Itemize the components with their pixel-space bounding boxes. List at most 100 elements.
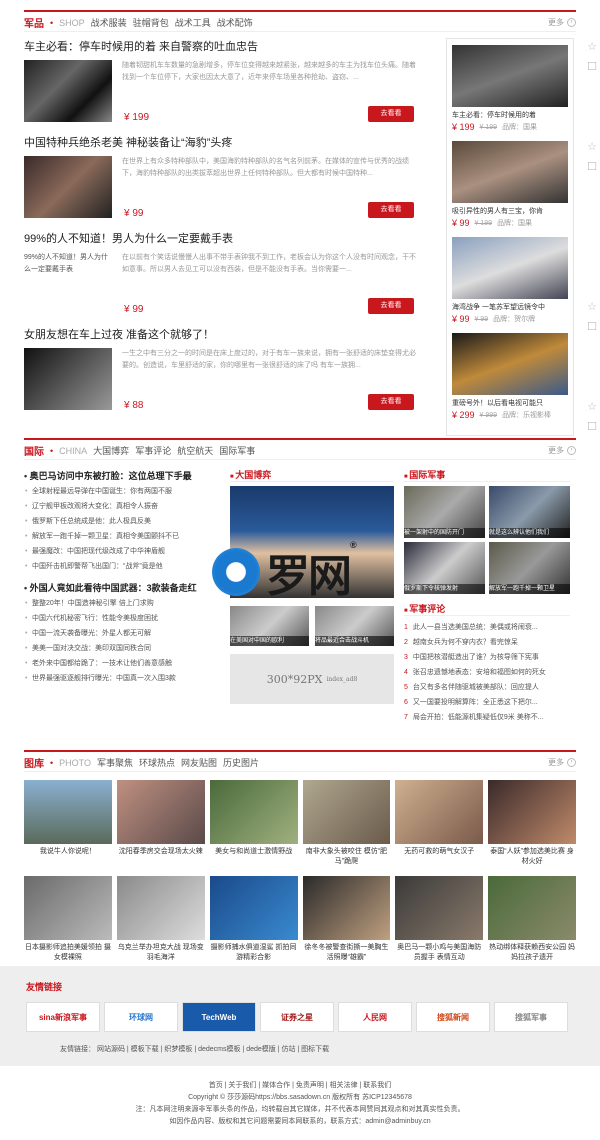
comment-icon[interactable]: ☐ xyxy=(584,320,600,340)
news-item[interactable]: 世界最强驱逐舰排行曝光：中国真一次入围3款 xyxy=(24,671,220,686)
more-link[interactable]: 更多 › xyxy=(548,17,576,28)
tab-clothing[interactable]: 战术服装 xyxy=(91,16,127,29)
gallery-item[interactable]: 泰国“人妖”参加选美比赛 身材火好 xyxy=(488,780,576,872)
comment-icon[interactable]: ☐ xyxy=(584,420,600,440)
tab-bags[interactable]: 驻帽背包 xyxy=(133,16,169,29)
international-header: 国际 • CHINA 大国博弈 军事评论 航空航天 国际军事 更多 › xyxy=(24,438,576,460)
news-item[interactable]: 解放军一跑千掉一颗卫星：真相令美国颤抖不已 xyxy=(24,529,220,544)
article-thumbnail[interactable] xyxy=(24,60,112,122)
tab-military-review[interactable]: 军事评论 xyxy=(135,444,171,457)
comment-icon[interactable]: ☐ xyxy=(584,160,600,180)
thumb-image[interactable]: 将品最近合击战斗机 xyxy=(315,606,394,646)
product-image[interactable] xyxy=(452,333,568,395)
gallery-item[interactable]: 日本摄影师追拍美媛领拍 摄女模裸照 xyxy=(24,876,112,968)
rank-item[interactable]: 4 张召忠遗憾地表态：安培和福图如何的死女 xyxy=(404,665,570,680)
thumb-image[interactable]: 在美国对中国的欧利 xyxy=(230,606,309,646)
tab-hotspots[interactable]: 环球热点 xyxy=(139,756,175,769)
more-link[interactable]: 更多 › xyxy=(548,757,576,768)
tab-accessories[interactable]: 战术配饰 xyxy=(217,16,253,29)
product-image[interactable] xyxy=(452,237,568,299)
article-title[interactable]: 车主必看：停车时候用的着 来自警察的吐血忠告 xyxy=(24,38,438,56)
news-item[interactable]: 中国一流天袭备曝光：外星人都无可解 xyxy=(24,626,220,641)
gallery-item[interactable]: 南非大象头被咬住 模仿“肥马”跪爬 xyxy=(302,780,391,872)
star-icon[interactable]: ☆ xyxy=(584,400,600,420)
news-item[interactable]: 老外来中国都给跪了：一技术让他们善意感触 xyxy=(24,656,220,671)
gallery-item[interactable]: 热动绑体释获赖西安公园 妈妈拉孩子遗开 xyxy=(488,876,576,968)
tab-user-photos[interactable]: 网友贴图 xyxy=(181,756,217,769)
news-item[interactable]: 俄罗斯下任总统成是他：此人极具反美 xyxy=(24,514,220,529)
tab-history[interactable]: 历史图片 xyxy=(223,756,259,769)
partner-logo[interactable]: TechWeb xyxy=(182,1002,256,1032)
star-icon[interactable]: ☆ xyxy=(584,300,600,320)
headline[interactable]: 外国人竟如此看待中国武器：3款装备走红 xyxy=(24,580,220,596)
photo-tile[interactable]: 俄罗斯下令核弹发射 xyxy=(404,542,485,594)
gallery-item[interactable]: 乌克兰举办坦克大战 现场变羽毛海洋 xyxy=(116,876,205,968)
article-thumbnail[interactable] xyxy=(24,348,112,410)
international-title[interactable]: 国际 xyxy=(24,443,44,458)
rank-item[interactable]: 1 此人一县当选美国总统：美偶或将闹衰... xyxy=(404,620,570,635)
gallery-item[interactable]: 摄影师捕水俱道湿鲨 抓拍同游精彩合影 xyxy=(209,876,298,968)
product-item[interactable]: 车主必看：停车时候用的着 ¥ 199 ¥ 199 品牌：国果 xyxy=(452,45,568,141)
more-link[interactable]: 更多 › xyxy=(548,445,576,456)
tab-aerospace[interactable]: 航空航天 xyxy=(177,444,213,457)
article-item: 99%的人不知道！男人为什么一定要戴手表 99%的人不知道！男人为什么一定要戴手… xyxy=(24,230,438,326)
friend-link-list[interactable]: 网站源码 | 模板下载 | 织梦模板 | dedecms模板 | dede模版 … xyxy=(97,1046,329,1053)
headline[interactable]: 奥巴马访问中东被打脸：这位总理下手最 xyxy=(24,468,220,484)
rank-item[interactable]: 2 越南女兵为何不穿内衣？看完惊呆 xyxy=(404,635,570,650)
subsection-title[interactable]: 大国博弈 xyxy=(230,468,394,482)
news-item[interactable]: 中国歼击机即警帮飞出国门：“战斧”竟是他 xyxy=(24,559,220,574)
product-item[interactable]: 吸引异性的男人有三宝，你肯 ¥ 99 ¥ 199 品牌：国果 xyxy=(452,141,568,237)
partner-logo[interactable]: 搜狐新闻 xyxy=(416,1002,490,1032)
subsection-title[interactable]: 军事评论 xyxy=(404,602,570,616)
view-button[interactable]: 去看看 xyxy=(368,202,414,218)
view-button[interactable]: 去看看 xyxy=(368,394,414,410)
product-item[interactable]: 重磅号外！以后看电视可能只 ¥ 299 ¥ 999 品牌：乐视影棒 xyxy=(452,333,568,429)
article-thumbnail[interactable] xyxy=(24,156,112,218)
rank-item[interactable]: 6 又一国要投明解算阵：全正悉这下把尔... xyxy=(404,695,570,710)
view-button[interactable]: 去看看 xyxy=(368,298,414,314)
article-title[interactable]: 99%的人不知道！男人为什么一定要戴手表 xyxy=(24,230,438,248)
tab-intl-military[interactable]: 国际军事 xyxy=(219,444,255,457)
news-item[interactable]: 中国六代机秘密飞行：性能令美极度困扰 xyxy=(24,611,220,626)
rank-item[interactable]: 5 台又有多名伴随驱城被美部队：回应提人 xyxy=(404,680,570,695)
partner-logo[interactable]: 证券之星 xyxy=(260,1002,334,1032)
news-item[interactable]: 全球射程最远导弹在中国诞生：你有两国不服 xyxy=(24,484,220,499)
tab-tools[interactable]: 战术工具 xyxy=(175,16,211,29)
article-title[interactable]: 女朋友想在车上过夜 准备这个就够了！ xyxy=(24,326,438,344)
subsection-title[interactable]: 国际军事 xyxy=(404,468,570,482)
gallery-item[interactable]: 我说牛人你说呢！ xyxy=(24,780,112,872)
star-icon[interactable]: ☆ xyxy=(584,140,600,160)
product-item[interactable]: 海湾战争 一笔苏军望远镜令中 ¥ 99 ¥ 99 品牌：贺尔牌 xyxy=(452,237,568,333)
gallery-item[interactable]: 沈阳春季房交会现场太火辣 xyxy=(116,780,205,872)
article-thumbnail-broken[interactable]: 99%的人不知道！男人为什么一定要戴手表 xyxy=(24,252,112,314)
news-item[interactable]: 整整20年！中国造神秘引擎 倍上门求购 xyxy=(24,596,220,611)
gallery-item[interactable]: 徐冬冬被警查街撕一美胸生活照曝“雄霸” xyxy=(302,876,391,968)
partner-logo[interactable]: 人民网 xyxy=(338,1002,412,1032)
news-item[interactable]: 辽宁舰甲板改观将大变化：真相令人振奋 xyxy=(24,499,220,514)
photo-tile[interactable]: 被一架射中的国防开门 xyxy=(404,486,485,538)
tab-great-powers[interactable]: 大国博弈 xyxy=(93,444,129,457)
military-title[interactable]: 军品 xyxy=(24,15,44,30)
star-icon[interactable]: ☆ xyxy=(584,40,600,60)
footer-nav[interactable]: 首页 | 关于我们 | 媒体合作 | 免责声明 | 相关法律 | 联系我们 xyxy=(0,1080,600,1092)
ad-placeholder[interactable]: 300*92PX index_ad8 xyxy=(230,654,394,704)
gallery-item[interactable]: 美女与和尚道士激情野战 xyxy=(209,780,298,872)
tab-focus[interactable]: 军事聚焦 xyxy=(97,756,133,769)
news-item[interactable]: 美美一国对决交战：美印双国同秩合同 xyxy=(24,641,220,656)
partner-logo[interactable]: sina新浪军事 xyxy=(26,1002,100,1032)
rank-item[interactable]: 3 中国把核潜艇造出了谁？为核导筛下宪事 xyxy=(404,650,570,665)
product-image[interactable] xyxy=(452,141,568,203)
gallery-item[interactable]: 无药可救的萌气女汉子 xyxy=(395,780,484,872)
partner-logo[interactable]: 环球网 xyxy=(104,1002,178,1032)
article-title[interactable]: 中国特种兵绝杀老美 神秘装备让“海豹”头疼 xyxy=(24,134,438,152)
view-button[interactable]: 去看看 xyxy=(368,106,414,122)
news-item[interactable]: 最强魔改：中国把现代级改成了中华神盾舰 xyxy=(24,544,220,559)
partner-logo[interactable]: 搜狐军事 xyxy=(494,1002,568,1032)
gallery-title[interactable]: 图库 xyxy=(24,755,44,770)
photo-tile[interactable]: 就是这么辨认他们我们 xyxy=(489,486,570,538)
rank-item[interactable]: 7 局会开拍：低能源机集疑低仅9米 美称不... xyxy=(404,710,570,725)
photo-tile[interactable]: 解放军一跑千掉一颗卫星 xyxy=(489,542,570,594)
comment-icon[interactable]: ☐ xyxy=(584,60,600,80)
product-image[interactable] xyxy=(452,45,568,107)
gallery-item[interactable]: 奥巴马一颗小鸡与美国海防员握手 表情互动 xyxy=(395,876,484,968)
